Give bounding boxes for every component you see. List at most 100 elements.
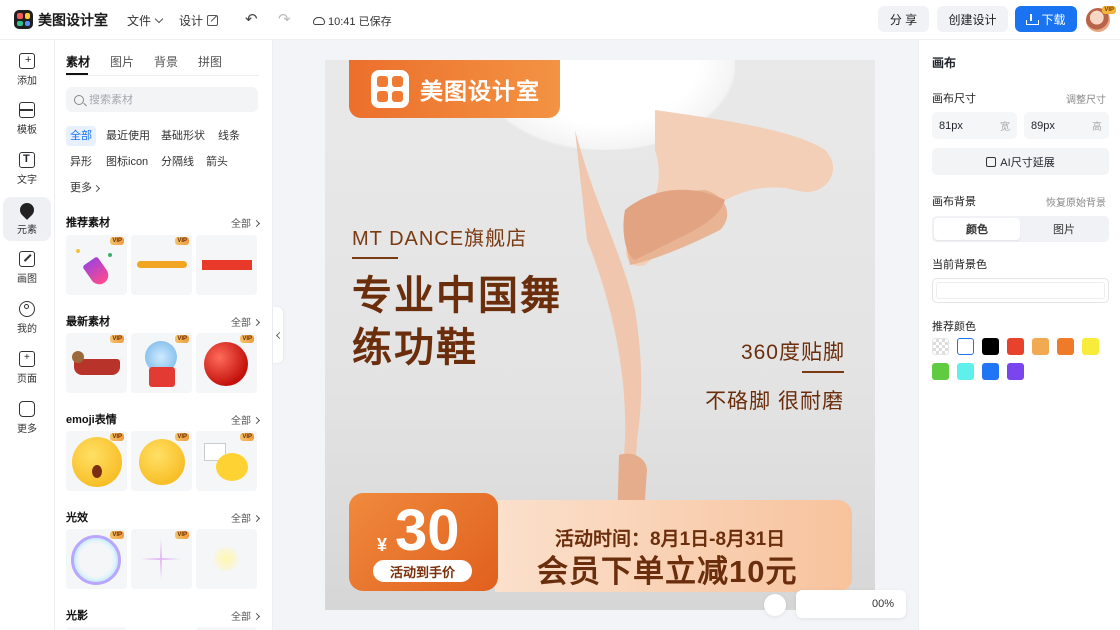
width-field[interactable]: 81px 宽 — [932, 112, 1017, 139]
search-box[interactable] — [66, 87, 258, 112]
vip-badge: VIP — [110, 433, 124, 441]
rail-label: 元素 — [17, 225, 37, 236]
see-all-link[interactable]: 全部 — [231, 412, 259, 427]
ai-size-extend-button[interactable]: AI尺寸延展 — [932, 148, 1109, 175]
material-tile[interactable]: VIP — [66, 333, 127, 393]
file-menu[interactable]: 文件 — [127, 12, 164, 29]
see-all-link[interactable]: 全部 — [231, 215, 259, 230]
design-menu-label: 设计 — [179, 14, 204, 28]
chick-emoji-icon — [216, 453, 248, 481]
search-input[interactable] — [89, 93, 239, 106]
see-all-link[interactable]: 全部 — [231, 608, 259, 623]
material-tile[interactable]: VIP — [196, 431, 257, 491]
chip-irregular[interactable]: 异形 — [66, 152, 96, 172]
design-menu[interactable]: 设计 — [179, 12, 219, 29]
tab-background[interactable]: 背景 — [154, 53, 178, 70]
color-swatch[interactable] — [932, 338, 949, 355]
brush-stroke-shape — [137, 261, 187, 268]
resize-link[interactable]: 调整尺寸 — [1066, 91, 1106, 106]
current-color-picker[interactable] — [932, 278, 1109, 303]
color-swatch[interactable] — [957, 338, 974, 355]
rail-item-add[interactable]: + 添加 — [3, 48, 51, 92]
height-unit: 高 — [1092, 122, 1102, 133]
avatar-vip-badge: VIP — [1102, 6, 1116, 14]
section-title: 推荐素材 — [66, 217, 110, 229]
material-tile[interactable]: VIP — [66, 235, 127, 295]
material-tile[interactable]: VIP — [131, 333, 192, 393]
restore-bg-link[interactable]: 恢复原始背景 — [1046, 194, 1106, 209]
apple-icon — [204, 342, 248, 386]
rail-item-template[interactable]: 模板 — [3, 97, 51, 141]
create-design-button[interactable]: 创建设计 — [937, 6, 1008, 32]
tab-material[interactable]: 素材 — [66, 53, 90, 70]
material-tile[interactable]: VIP — [196, 333, 257, 393]
bg-type-toggle: 颜色 图片 — [932, 216, 1109, 242]
chip-basic-shape[interactable]: 基础形状 — [157, 126, 209, 146]
vip-badge: VIP — [175, 531, 189, 539]
brand-name: 美图设计室 — [420, 78, 540, 104]
material-tile[interactable]: VIP — [66, 529, 127, 589]
material-tile[interactable]: VIP — [131, 529, 192, 589]
see-all-link[interactable]: 全部 — [231, 314, 259, 329]
seg-image[interactable]: 图片 — [1021, 218, 1107, 240]
color-swatch[interactable] — [1007, 338, 1024, 355]
share-button[interactable]: 分 享 — [878, 6, 929, 32]
red-bar-shape — [202, 260, 252, 270]
chip-arrow[interactable]: 箭头 — [202, 152, 232, 172]
rail-item-text[interactable]: T 文字 — [3, 147, 51, 191]
material-tile[interactable]: VIP — [131, 431, 192, 491]
color-swatch[interactable] — [957, 363, 974, 380]
material-tile[interactable]: VIP — [131, 235, 192, 295]
app-logo[interactable]: 美图设计室 — [14, 10, 108, 30]
rail-item-page[interactable]: + 页面 — [3, 346, 51, 390]
help-button[interactable] — [764, 594, 786, 616]
chip-line[interactable]: 线条 — [214, 126, 244, 146]
confetti-dot — [108, 253, 112, 257]
tab-image[interactable]: 图片 — [110, 53, 134, 70]
redo-icon[interactable]: ↷ — [278, 10, 291, 28]
height-field[interactable]: 89px 高 — [1024, 112, 1109, 139]
add-icon: + — [19, 53, 35, 69]
see-all-link[interactable]: 全部 — [231, 510, 259, 525]
rail-item-mine[interactable]: 我的 — [3, 296, 51, 340]
color-swatch[interactable] — [1082, 338, 1099, 355]
rail-item-more[interactable]: 更多 — [3, 396, 51, 440]
design-canvas[interactable]: 美图设计室 MT DANCE旗舰店 专业中国舞 练功鞋 360度贴脚 不硌脚 很… — [325, 60, 875, 610]
download-button[interactable]: 下载 — [1015, 6, 1077, 32]
color-swatch[interactable] — [1032, 338, 1049, 355]
zoom-control[interactable]: 00% — [796, 590, 906, 618]
chip-all[interactable]: 全部 — [66, 126, 96, 146]
material-tile[interactable]: VIP — [66, 431, 127, 491]
text-icon: T — [19, 152, 35, 168]
rail-item-draw[interactable]: 画图 — [3, 246, 51, 290]
color-swatch[interactable] — [982, 338, 999, 355]
chip-recent[interactable]: 最近使用 — [102, 126, 154, 146]
tab-collage[interactable]: 拼图 — [198, 53, 222, 70]
properties-panel: 画布 画布尺寸 调整尺寸 81px 宽 89px 高 AI尺寸延展 画布背景 恢… — [918, 40, 1120, 630]
avatar[interactable]: VIP — [1086, 6, 1116, 32]
chip-more[interactable]: 更多 — [66, 178, 103, 198]
rail-label: 我的 — [17, 324, 37, 335]
color-swatch[interactable] — [982, 363, 999, 380]
save-status: 10:41 已保存 — [313, 13, 392, 29]
save-status-text: 10:41 已保存 — [328, 16, 392, 28]
panel-tabs: 素材 图片 背景 拼图 — [66, 53, 242, 70]
collapse-panel-button[interactable] — [273, 307, 283, 363]
sparkle-icon — [141, 558, 181, 560]
price-value: 30 — [395, 498, 460, 563]
chip-icon[interactable]: 图标icon — [102, 152, 152, 172]
color-swatch[interactable] — [932, 363, 949, 380]
rail-label: 页面 — [17, 374, 37, 385]
chip-divider[interactable]: 分隔线 — [157, 152, 198, 172]
page-icon: + — [19, 351, 35, 367]
rail-label: 文字 — [17, 175, 37, 186]
rail-item-element[interactable]: 元素 — [3, 197, 51, 241]
undo-icon[interactable]: ↶ — [245, 10, 258, 28]
color-swatch[interactable] — [1057, 338, 1074, 355]
material-tile[interactable] — [196, 235, 257, 295]
seg-color[interactable]: 颜色 — [934, 218, 1020, 240]
light-ring-icon — [71, 535, 121, 585]
color-swatch[interactable] — [1007, 363, 1024, 380]
panel-title: 画布 — [932, 56, 957, 70]
material-tile[interactable] — [196, 529, 257, 589]
